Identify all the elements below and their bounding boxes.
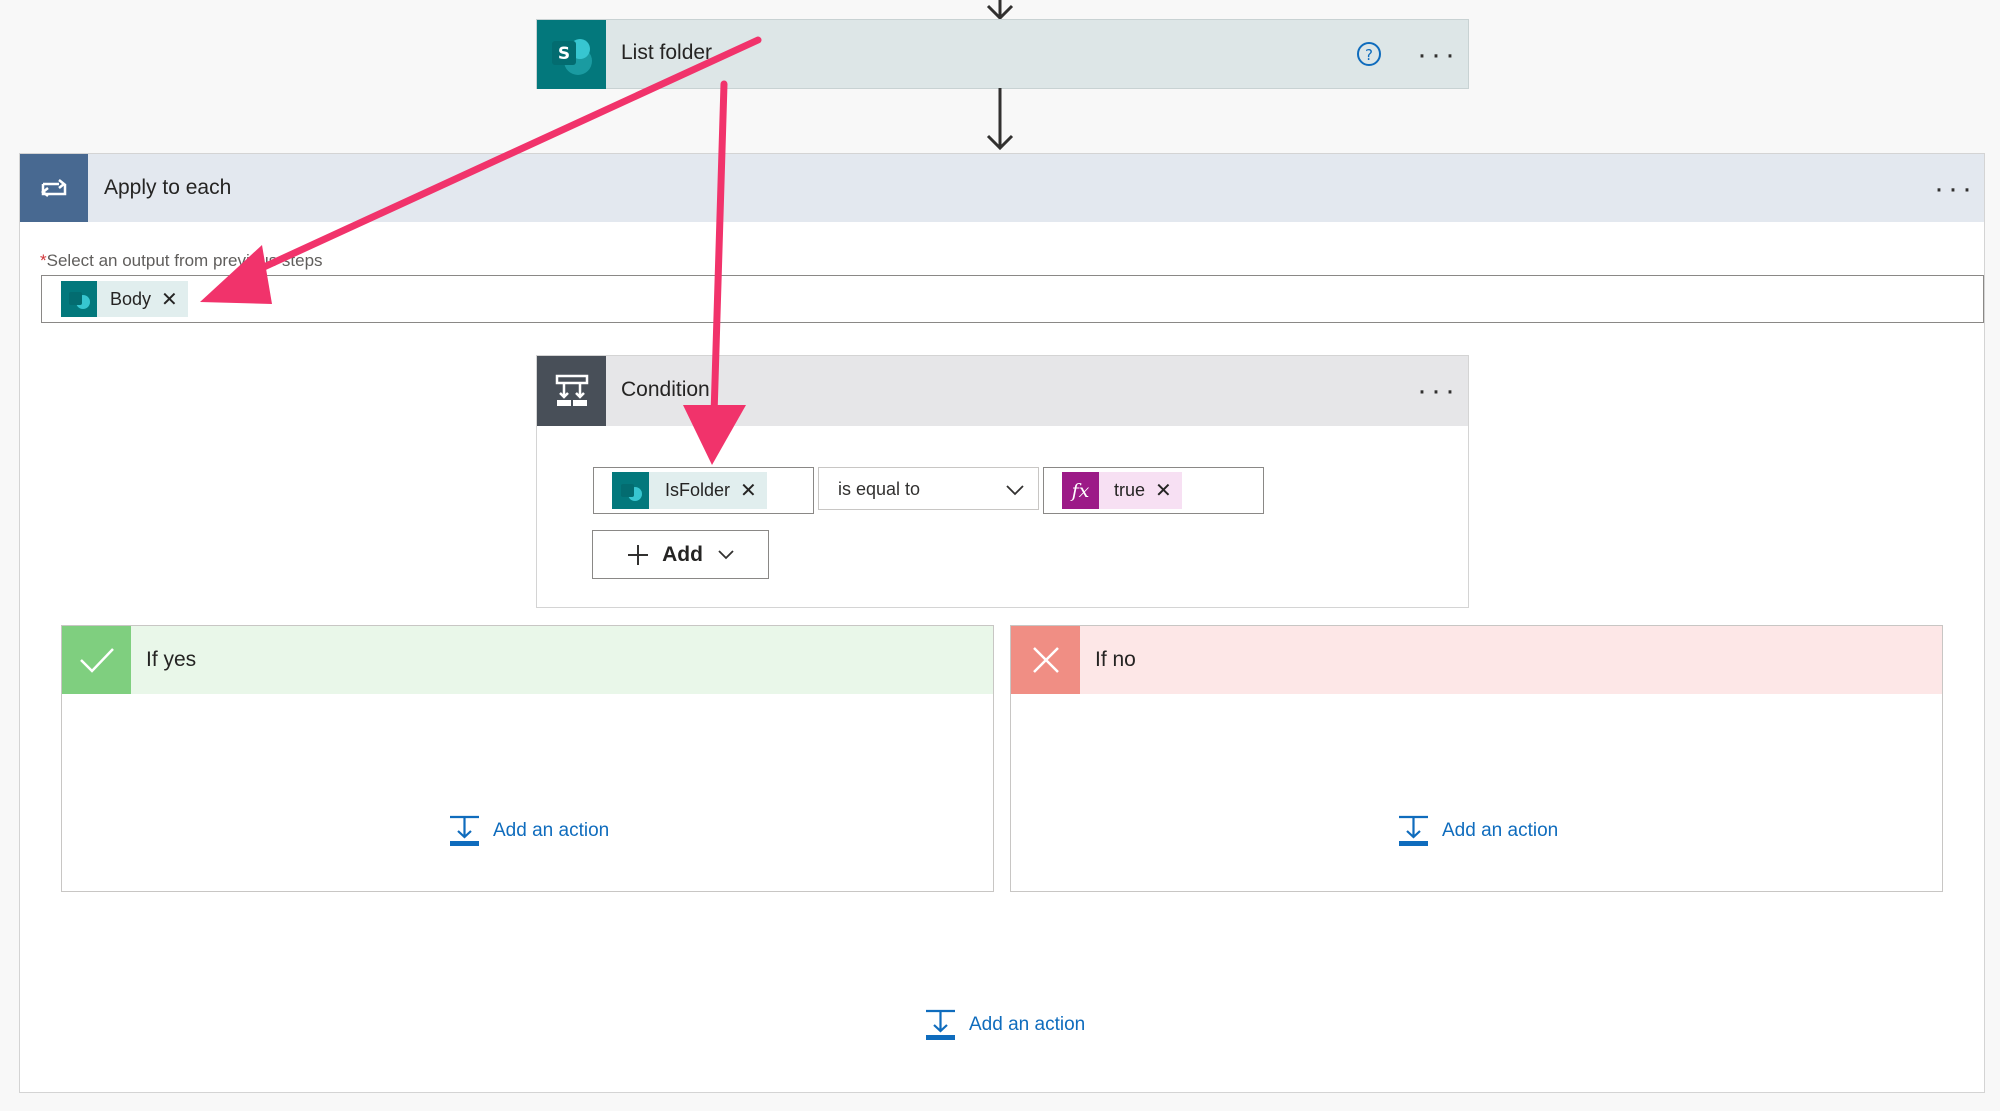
outer-add-action-label: Add an action — [969, 1013, 1086, 1035]
outer-add-action-button[interactable]: Add an action — [924, 1008, 1085, 1041]
plus-icon — [628, 544, 649, 565]
if-yes-header[interactable]: If yes — [62, 626, 993, 694]
condition-right-operand[interactable]: fx true ✕ — [1043, 467, 1264, 514]
if-no-branch: If no Add an action — [1010, 625, 1943, 892]
field-label: *Select an output from previous steps — [40, 251, 323, 271]
sharepoint-letter: S — [557, 44, 569, 64]
add-action-button[interactable]: Add an action — [448, 814, 609, 847]
sharepoint-icon — [61, 281, 97, 317]
field-label-text: Select an output from previous steps — [46, 251, 323, 270]
fx-icon: fx — [1062, 472, 1099, 509]
chevron-down-icon — [1006, 485, 1024, 496]
add-condition-label: Add — [662, 542, 703, 566]
flow-connector — [986, 88, 1014, 151]
close-icon — [1011, 626, 1080, 694]
if-no-header[interactable]: If no — [1011, 626, 1942, 694]
apply-to-each-container: Apply to each ··· *Select an output from… — [19, 153, 1985, 1093]
if-yes-title: If yes — [146, 648, 197, 671]
output-input[interactable]: Body ✕ — [41, 275, 1984, 323]
apply-to-each-title: Apply to each — [104, 176, 232, 199]
add-action-label: Add an action — [1442, 819, 1559, 841]
more-options-icon[interactable]: ··· — [1417, 40, 1459, 70]
operator-value: is equal to — [838, 479, 921, 499]
more-options-icon[interactable]: ··· — [1417, 376, 1459, 406]
remove-token-icon[interactable]: ✕ — [161, 287, 178, 312]
sharepoint-icon — [612, 472, 649, 509]
required-marker: * — [40, 251, 47, 270]
isfolder-token-label: IsFolder — [665, 480, 731, 500]
remove-token-icon[interactable]: ✕ — [1155, 478, 1172, 503]
apply-to-each-header[interactable]: Apply to each ··· — [20, 154, 1984, 222]
add-action-icon — [926, 1009, 955, 1040]
if-no-title: If no — [1095, 648, 1136, 671]
condition-card: Condition ··· IsFolder ✕ is equal to fx … — [536, 355, 1469, 608]
loop-icon — [20, 154, 88, 222]
check-icon — [62, 626, 131, 694]
svg-text:?: ? — [1365, 46, 1373, 64]
add-action-label: Add an action — [493, 819, 610, 841]
true-token[interactable]: fx true ✕ — [1062, 472, 1182, 509]
more-options-icon[interactable]: ··· — [1934, 174, 1976, 204]
body-token[interactable]: Body ✕ — [61, 281, 188, 317]
isfolder-token[interactable]: IsFolder ✕ — [612, 472, 767, 509]
body-token-label: Body — [110, 288, 152, 309]
condition-icon — [537, 356, 606, 426]
add-action-button[interactable]: Add an action — [1397, 814, 1558, 847]
if-yes-branch: If yes Add an action — [61, 625, 994, 892]
remove-token-icon[interactable]: ✕ — [740, 478, 757, 503]
list-folder-card[interactable]: S List folder ? ··· — [536, 19, 1469, 89]
add-action-icon — [450, 815, 479, 846]
true-token-label: true — [1114, 480, 1146, 500]
help-icon[interactable]: ? — [1355, 40, 1383, 68]
add-action-icon — [1399, 815, 1428, 846]
chevron-down-icon — [718, 549, 734, 559]
list-folder-title: List folder — [621, 41, 713, 64]
sharepoint-icon: S — [537, 20, 606, 89]
condition-left-operand[interactable]: IsFolder ✕ — [593, 467, 814, 514]
add-condition-button[interactable]: Add — [592, 530, 769, 579]
condition-header[interactable]: Condition ··· — [537, 356, 1468, 426]
condition-title: Condition — [621, 378, 710, 401]
operator-select[interactable]: is equal to — [818, 467, 1039, 510]
